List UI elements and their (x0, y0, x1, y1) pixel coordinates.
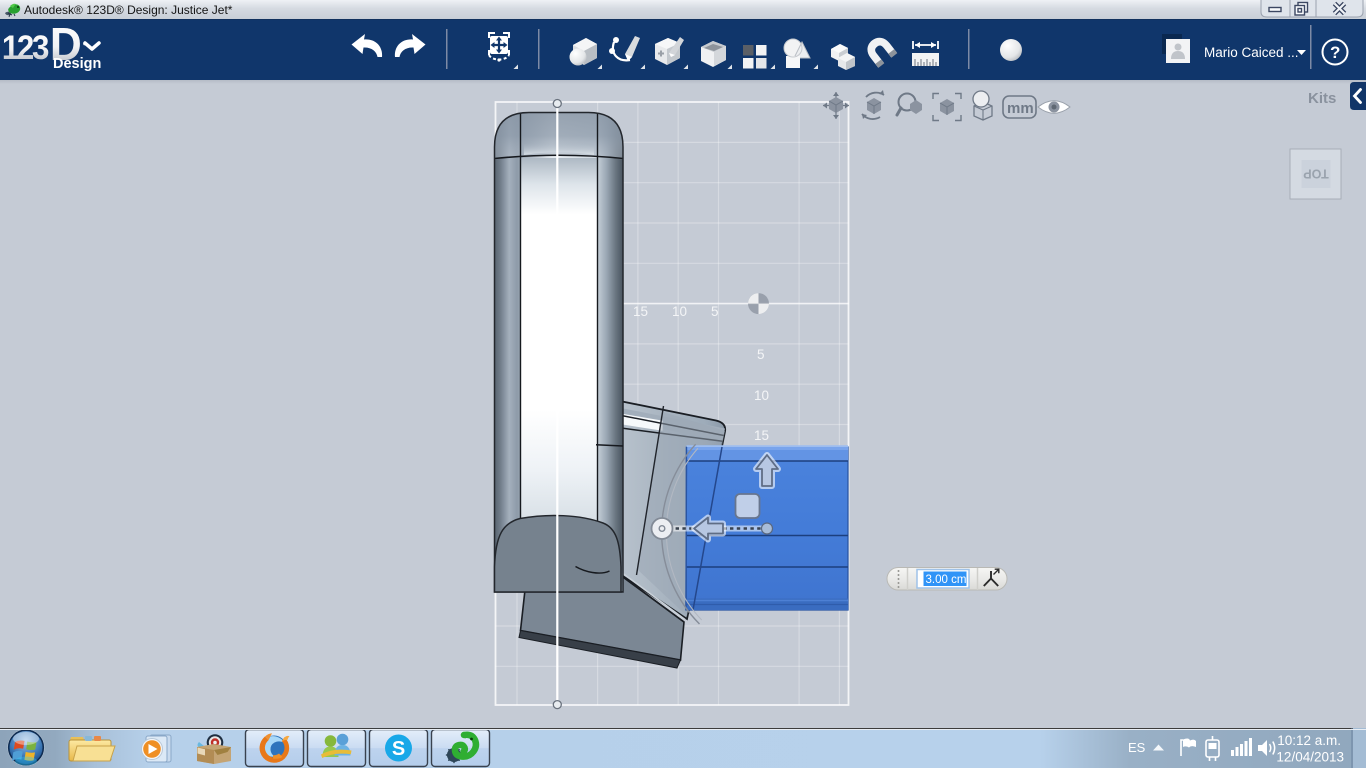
svg-text:Design: Design (53, 56, 101, 72)
svg-text:Kits: Kits (1308, 90, 1336, 107)
svg-text:TOP: TOP (1303, 167, 1328, 181)
svg-text:10: 10 (672, 304, 687, 319)
svg-text:3.00 cm: 3.00 cm (926, 574, 967, 586)
svg-text:Mario Caiced ...: Mario Caiced ... (1204, 45, 1299, 60)
svg-text:mm: mm (1007, 100, 1034, 117)
svg-text:10:12 a.m.: 10:12 a.m. (1277, 733, 1341, 748)
svg-text:S: S (392, 738, 405, 760)
svg-text:5: 5 (711, 304, 719, 319)
svg-text:5: 5 (757, 347, 765, 362)
svg-text:15: 15 (633, 304, 648, 319)
svg-text:123: 123 (2, 28, 48, 67)
svg-text:?: ? (1330, 43, 1340, 62)
svg-text:15: 15 (754, 428, 769, 443)
svg-text:10: 10 (754, 388, 769, 403)
svg-text:12/04/2013: 12/04/2013 (1276, 750, 1344, 765)
svg-text:ES: ES (1128, 740, 1146, 755)
